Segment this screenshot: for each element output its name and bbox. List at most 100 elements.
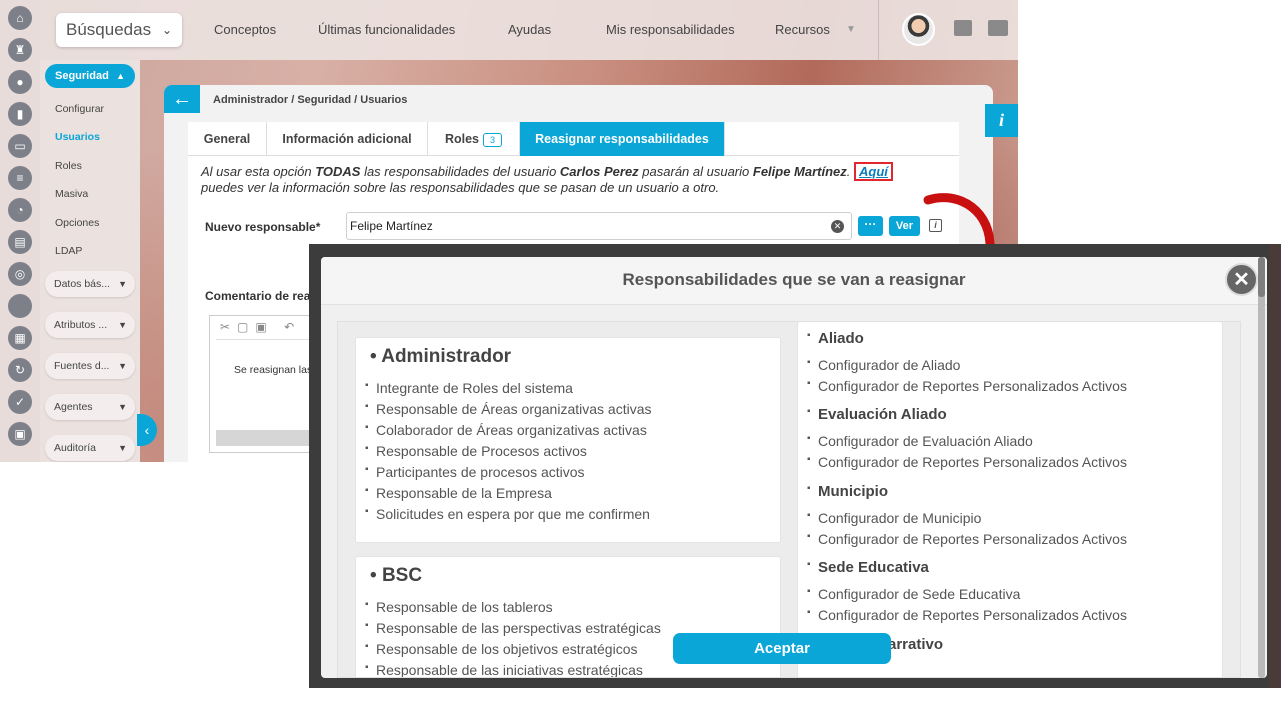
card-title: • BSC xyxy=(370,565,423,586)
menu-group-datos-basicos[interactable]: Datos bás... ▼ xyxy=(45,271,135,297)
chess-icon[interactable]: ♜ xyxy=(8,38,32,62)
search-label: Búsquedas xyxy=(66,20,152,39)
monitor-icon[interactable]: ▭ xyxy=(8,134,32,158)
avatar[interactable] xyxy=(902,13,935,46)
caret-down-icon: ▼ xyxy=(118,361,127,371)
list-item: Responsable de la Empresa xyxy=(365,485,552,501)
nav-conceptos[interactable]: Conceptos xyxy=(214,22,276,37)
desc-text: puedes ver la información sobre las resp… xyxy=(201,180,720,195)
caret-up-icon: ▲ xyxy=(116,71,125,81)
aqui-link[interactable]: Aquí xyxy=(854,162,893,181)
sidebar-item-ldap[interactable]: LDAP xyxy=(55,245,82,257)
section-title-municipio: Municipio xyxy=(807,483,888,500)
tab-roles[interactable]: Roles 3 xyxy=(428,122,520,156)
list-item: Configurador de Sede Educativa xyxy=(807,586,1020,602)
menu-group-fuentes[interactable]: Fuentes d... ▼ xyxy=(45,353,135,379)
sidebar-item-roles[interactable]: Roles xyxy=(55,160,82,172)
aceptar-button[interactable]: Aceptar xyxy=(673,633,891,664)
briefcase-icon[interactable]: ▣ xyxy=(8,422,32,446)
menu-group-label: Agentes xyxy=(54,401,93,413)
side-menu: Seguridad ▲ Configurar Usuarios Roles Ma… xyxy=(40,60,140,462)
menu-group-label: Auditoría xyxy=(54,442,97,454)
back-button[interactable]: ← xyxy=(164,85,200,113)
sidebar-item-configurar[interactable]: Configurar xyxy=(55,103,104,115)
clear-icon[interactable]: ✕ xyxy=(831,220,844,233)
blank-icon[interactable] xyxy=(8,294,32,318)
list-item: Solicitudes en espera por que me confirm… xyxy=(365,506,650,522)
list-item: Configurador de Reportes Personalizados … xyxy=(807,531,1127,547)
caret-down-icon: ▼ xyxy=(118,320,127,330)
map-icon[interactable] xyxy=(988,20,1008,36)
caret-down-icon: ▼ xyxy=(846,24,856,35)
list-item: Responsable de los objetivos estratégico… xyxy=(365,641,637,657)
chevron-down-icon: ⌄ xyxy=(161,23,172,37)
info-panel-button[interactable]: i xyxy=(985,104,1018,137)
nav-mis-responsabilidades[interactable]: Mis responsabilidades xyxy=(606,22,735,37)
from-user-name: Carlos Perez xyxy=(559,164,639,179)
tab-reasignar-responsabilidades[interactable]: Reasignar responsabilidades xyxy=(520,122,725,156)
tab-informacion-adicional[interactable]: Información adicional xyxy=(267,122,428,156)
list-item: Colaborador de Áreas organizativas activ… xyxy=(365,422,647,438)
check-icon[interactable]: ✓ xyxy=(8,390,32,414)
menu-group-label: Atributos ... xyxy=(54,319,108,331)
list-item: Configurador de Reportes Personalizados … xyxy=(807,378,1127,394)
list-item: Participantes de procesos activos xyxy=(365,464,585,480)
desc-emphasis: TODAS xyxy=(315,164,361,179)
desc-text: Al usar esta opción xyxy=(201,164,316,179)
menu-group-atributos[interactable]: Atributos ... ▼ xyxy=(45,312,135,338)
list-item: Responsable de los tableros xyxy=(365,599,553,615)
modal-body: • Administrador Integrante de Roles del … xyxy=(337,321,1241,678)
modal-header: Responsabilidades que se van a reasignar… xyxy=(321,257,1267,305)
card-title: • Administrador xyxy=(370,346,512,367)
reassign-description: Al usar esta opción TODAS las responsabi… xyxy=(201,162,951,196)
user-icon[interactable]: ● xyxy=(8,70,32,94)
nav-recursos[interactable]: Recursos xyxy=(775,22,830,37)
editor-text: Se reasignan las xyxy=(234,364,313,376)
close-icon[interactable]: ✕ xyxy=(1225,263,1258,296)
breadcrumb: Administrador / Seguridad / Usuarios xyxy=(213,94,408,106)
menu-group-agentes[interactable]: Agentes ▼ xyxy=(45,394,135,420)
book-icon[interactable]: ▤ xyxy=(8,230,32,254)
ver-button[interactable]: Ver xyxy=(889,216,920,236)
nuevo-responsable-label: Nuevo responsable* xyxy=(205,220,321,234)
scrollbar-thumb[interactable] xyxy=(1258,257,1265,297)
desc-text: las responsabilidades del usuario xyxy=(360,164,560,179)
more-options-button[interactable]: ··· xyxy=(858,216,883,236)
sidebar-item-masiva[interactable]: Masiva xyxy=(55,188,88,200)
search-dropdown[interactable]: Búsquedas ⌄ xyxy=(56,13,182,47)
desc-text: pasarán al usuario xyxy=(638,164,753,179)
cycle-icon[interactable]: ↻ xyxy=(8,358,32,382)
list-item: Configurador de Aliado xyxy=(807,357,960,373)
caret-down-icon: ▼ xyxy=(118,402,127,412)
list-item: Integrante de Roles del sistema xyxy=(365,380,573,396)
nuevo-responsable-value: Felipe Martínez xyxy=(350,219,433,233)
home-icon[interactable]: ⌂ xyxy=(8,6,32,30)
tab-bar: General Información adicional Roles 3 Rea… xyxy=(188,122,959,156)
collapse-sidebar-button[interactable]: ‹ xyxy=(137,414,157,446)
reassign-modal: Responsabilidades que se van a reasignar… xyxy=(321,257,1267,678)
calendar-icon[interactable] xyxy=(954,20,972,36)
desc-text: . xyxy=(846,164,855,179)
tab-roles-label: Roles xyxy=(444,132,480,146)
nav-ayudas[interactable]: Ayudas xyxy=(508,22,551,37)
modal-scrollbar[interactable] xyxy=(1258,257,1265,678)
menu-section-seguridad[interactable]: Seguridad ▲ xyxy=(45,64,135,88)
card-administrador: • Administrador Integrante de Roles del … xyxy=(355,337,781,543)
tab-general[interactable]: General xyxy=(188,122,267,156)
nuevo-responsable-field[interactable]: Felipe Martínez ✕ xyxy=(346,212,852,240)
pie-icon[interactable]: ◔ xyxy=(8,198,32,222)
chart-icon[interactable]: ▮ xyxy=(8,102,32,126)
list-icon[interactable]: ≡ xyxy=(8,166,32,190)
list-item: Configurador de Reportes Personalizados … xyxy=(807,607,1127,623)
list-item: Configurador de Reportes Personalizados … xyxy=(807,454,1127,470)
icon-rail: ⌂ ♜ ● ▮ ▭ ≡ ◔ ▤ ◎ ▦ ↻ ✓ ▣ xyxy=(0,0,40,462)
nav-ultimas-funcionalidades[interactable]: Últimas funcionalidades xyxy=(318,22,455,37)
sidebar-item-opciones[interactable]: Opciones xyxy=(55,217,99,229)
document-icon[interactable]: ▦ xyxy=(8,326,32,350)
list-item: Responsable de las perspectivas estratég… xyxy=(365,620,661,636)
sidebar-item-usuarios[interactable]: Usuarios xyxy=(55,131,100,143)
list-item: Responsable de las iniciativas estratégi… xyxy=(365,662,643,677)
menu-group-auditoria[interactable]: Auditoría ▼ xyxy=(45,435,135,461)
dashboard-icon[interactable]: ◎ xyxy=(8,262,32,286)
section-label: Seguridad xyxy=(55,70,109,82)
